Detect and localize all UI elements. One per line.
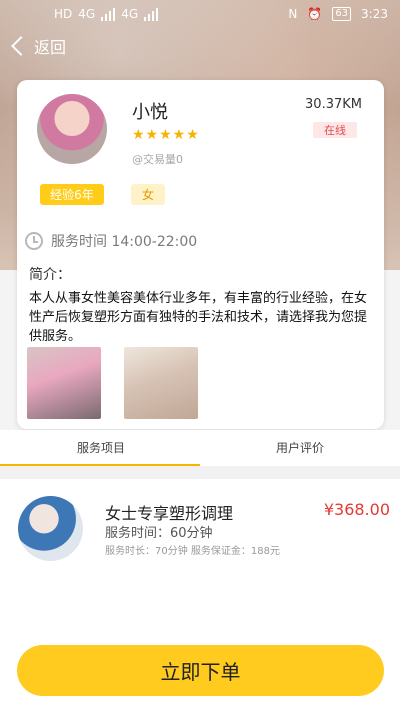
- status-bar: HD 4G 4G N ⏰ 63 3:23: [0, 0, 400, 28]
- tab-services[interactable]: 服务项目: [77, 439, 125, 456]
- service-time-row: 服务时间 14:00-22:00: [25, 231, 197, 251]
- back-label: 返回: [34, 38, 67, 57]
- service-title: 女士专享塑形调理: [105, 504, 234, 523]
- nfc-icon: N: [288, 7, 298, 21]
- profile-photo-1[interactable]: [27, 347, 101, 419]
- signal-icon-2: [144, 7, 159, 21]
- network-4g-label: 4G: [78, 7, 96, 21]
- hd-label: HD: [54, 7, 73, 21]
- section-divider: [0, 466, 400, 479]
- profile-card: 小悦 ★★★★★ @交易量0 30.37KM 在线 经验6年 女 服务时间 14…: [17, 80, 384, 429]
- intro-text: 本人从事女性美容美体行业多年，有丰富的行业经验，在女性产后恢复塑形方面有独特的手…: [29, 291, 368, 344]
- status-time: 3:23: [361, 7, 388, 21]
- back-chevron-icon: [11, 36, 31, 56]
- clock-icon: [25, 232, 43, 250]
- intro-title: 简介：: [29, 267, 71, 283]
- status-right: N ⏰ 63 3:23: [288, 7, 388, 21]
- alarm-icon: ⏰: [307, 7, 323, 21]
- back-button[interactable]: 返回: [8, 34, 66, 58]
- online-badge: 在线: [313, 122, 357, 138]
- service-meta: 服务时长：70分钟 服务保证金：188元: [105, 546, 280, 557]
- service-image: [18, 496, 83, 561]
- therapist-avatar: [37, 94, 107, 164]
- rating-stars: ★★★★★: [132, 127, 200, 143]
- trade-count: @交易量0: [132, 153, 183, 166]
- tab-reviews[interactable]: 用户评价: [276, 439, 324, 456]
- status-left: HD 4G 4G: [54, 7, 159, 21]
- signal-icon: [101, 7, 116, 21]
- therapist-name: 小悦: [132, 102, 168, 123]
- network-4g-label-2: 4G: [121, 7, 139, 21]
- battery-icon: 63: [332, 7, 352, 21]
- profile-photo-2[interactable]: [124, 347, 198, 419]
- distance-value: 30.37KM: [305, 97, 362, 112]
- order-now-button[interactable]: 立即下单: [17, 645, 384, 696]
- experience-badge: 经验6年: [40, 184, 104, 205]
- service-price: ¥368.00: [323, 500, 390, 519]
- tabs-bar: 服务项目 用户评价: [0, 430, 400, 466]
- gender-badge: 女: [131, 184, 165, 205]
- battery-level: 63: [335, 8, 349, 19]
- service-duration: 服务时间：60分钟: [105, 526, 213, 541]
- service-time-text: 服务时间 14:00-22:00: [51, 234, 198, 250]
